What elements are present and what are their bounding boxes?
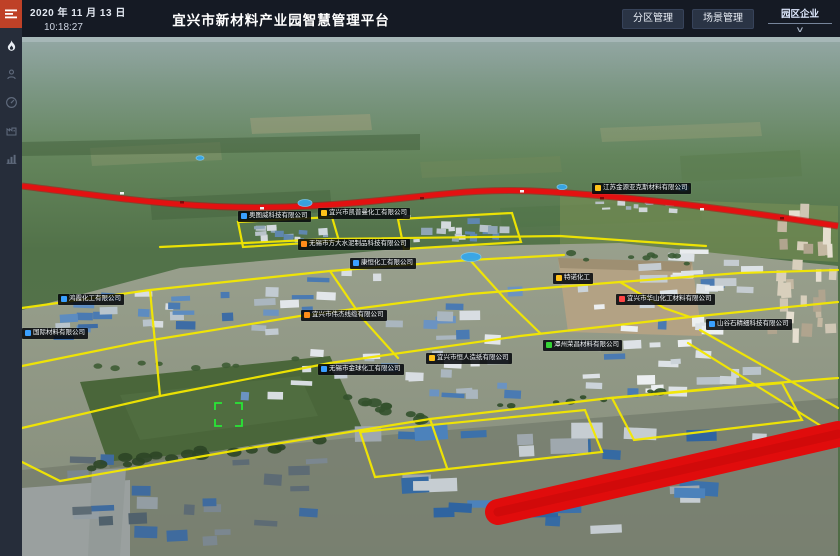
header-actions: 分区管理 场景管理 园区企业 ∨ [622,0,832,37]
marker-company-name: 鸿霞化工有限公司 [69,296,121,303]
enterprise-dropdown-label: 园区企业 [768,4,832,24]
marker-company-name: 江苏金源亚克斯材料有限公司 [603,185,688,192]
map-label[interactable]: 宜兴市伟杰线缆有限公司 [301,310,387,321]
map-label[interactable]: 无锡市方大水泥制品科技有限公司 [298,239,410,250]
sidebar-item-gauge[interactable] [0,90,22,114]
map-label[interactable]: 国际材料有限公司 [22,328,88,339]
map-label[interactable]: 宜兴市华山化工材料有限公司 [616,294,715,305]
zone-manage-button[interactable]: 分区管理 [622,9,684,29]
marker-company-icon [556,275,562,281]
enterprise-dropdown[interactable]: 园区企业 ∨ [768,4,832,34]
sidebar-item-factory[interactable] [0,118,22,142]
marker-company-icon [619,296,625,302]
marker-company-name: 宜兴市恒人造纸有限公司 [437,355,509,362]
map-label[interactable]: 无锡市金球化工有限公司 [318,364,404,375]
chevron-down-icon: ∨ [749,25,840,34]
marker-company-name: 国际材料有限公司 [33,330,85,337]
factory-icon [5,124,18,137]
person-monitor-icon [5,68,18,81]
marker-company-icon [321,210,327,216]
bar-chart-icon [5,152,18,165]
page-title: 宜兴市新材料产业园智慧管理平台 [22,9,540,29]
map-3d-view[interactable] [0,0,840,556]
map-label[interactable]: 宜兴市恒人造纸有限公司 [426,353,512,364]
map-label[interactable]: 奥图威科技有限公司 [238,211,311,222]
sidebar-item-monitor[interactable] [0,62,22,86]
marker-company-name: 宜兴市凯普曼化工有限公司 [329,210,407,217]
scene-manage-button[interactable]: 场景管理 [692,9,754,29]
marker-company-icon [321,366,327,372]
marker-company-icon [709,321,715,327]
marker-company-name: 康恒化工有限公司 [361,260,413,267]
menu-icon [4,8,18,20]
marker-company-name: 无锡市金球化工有限公司 [329,366,401,373]
marker-company-icon [301,241,307,247]
marker-company-name: 无锡市方大水泥制品科技有限公司 [309,241,407,248]
sidebar-item-stats[interactable] [0,146,22,170]
map-label[interactable]: 特诺化工 [553,273,593,284]
header: 2020 年 11 月 13 日 10:18:27 宜兴市新材料产业园智慧管理平… [22,0,840,37]
marker-company-icon [25,330,31,336]
marker-company-icon [429,355,435,361]
smart-park-platform: 奥图威科技有限公司 宜兴市凯普曼化工有限公司无锡市方大水泥制品科技有限公司 江苏金源… [0,0,840,556]
marker-company-name: 宜兴市华山化工材料有限公司 [627,296,712,303]
map-label[interactable]: 宜兴市凯普曼化工有限公司 [318,208,410,219]
marker-company-icon [61,296,67,302]
marker-company-name: 奥图威科技有限公司 [249,213,308,220]
marker-company-icon [304,312,310,318]
fire-icon [5,39,18,53]
marker-company-icon [595,185,601,191]
marker-company-name: 特诺化工 [564,275,590,282]
marker-company-name: 宜兴市伟杰线缆有限公司 [312,312,384,319]
marker-company-icon [241,213,247,219]
map-label[interactable]: 鸿霞化工有限公司 [58,294,124,305]
marker-company-icon [546,342,552,348]
marker-company-name: 潭州荣昌材料有限公司 [554,342,619,349]
map-label[interactable]: 康恒化工有限公司 [350,258,416,269]
marker-company-name: 山谷石精细科技有限公司 [717,321,789,328]
sidebar [0,0,22,556]
map-label[interactable]: 潭州荣昌材料有限公司 [543,340,622,351]
sidebar-item-menu[interactable] [0,0,22,28]
gauge-icon [5,96,18,109]
map-label[interactable]: 江苏金源亚克斯材料有限公司 [592,183,691,194]
marker-company-icon [353,260,359,266]
sidebar-item-fire[interactable] [0,34,22,58]
map-label[interactable]: 山谷石精细科技有限公司 [706,319,792,330]
